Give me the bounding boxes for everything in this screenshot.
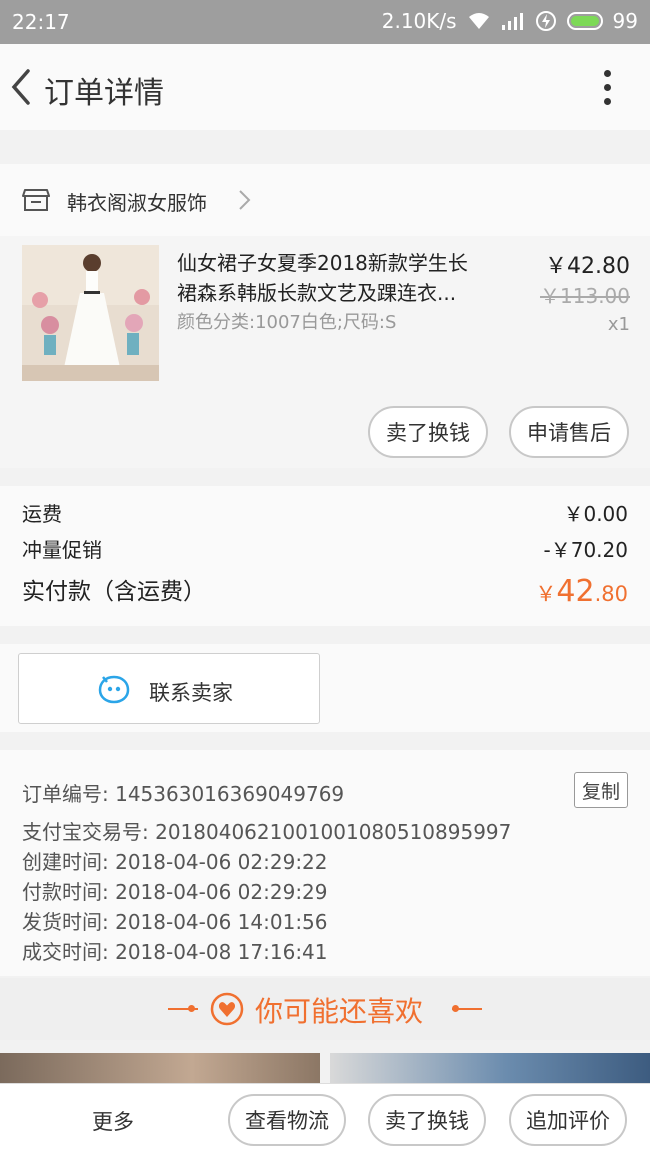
back-arrow-icon[interactable]: [8, 68, 34, 106]
order-number: 订单编号: 145363016369049769: [22, 782, 345, 806]
store-icon: [22, 189, 50, 211]
divider-right: [452, 1008, 482, 1010]
created-time: 创建时间: 2018-04-06 02:29:22: [22, 850, 328, 874]
promo-row: 冲量促销 -￥70.20: [22, 534, 628, 563]
more-options-icon[interactable]: [604, 70, 612, 106]
network-speed: 2.10K/s: [381, 9, 457, 33]
product-original-price: ￥113.00: [540, 284, 630, 308]
copy-button[interactable]: 复制: [574, 772, 628, 808]
recommend-label: 你可能还喜欢: [255, 995, 424, 1028]
completed-time: 成交时间: 2018-04-08 17:16:41: [22, 940, 328, 964]
view-logistics-button[interactable]: 查看物流: [228, 1094, 346, 1146]
paid-decimal: .80: [594, 582, 628, 606]
product-quantity: x1: [607, 314, 630, 335]
chat-bubble-icon: [98, 675, 130, 704]
status-bar: 22:17 2.10K/s 99: [0, 0, 650, 44]
more-button[interactable]: 更多: [92, 1106, 134, 1136]
wifi-icon: [468, 13, 489, 29]
shop-name: 韩衣阁淑女服饰: [67, 191, 207, 215]
product-price: ￥42.80: [545, 254, 630, 279]
battery-level: 99: [612, 9, 638, 33]
product-thumbnail[interactable]: [22, 245, 159, 381]
contact-seller-button[interactable]: 联系卖家: [18, 653, 320, 724]
paid-currency: ￥: [535, 582, 557, 606]
chevron-right-icon: [239, 190, 251, 210]
product-spec: 颜色分类:1007白色;尺码:S: [177, 312, 397, 333]
product-card[interactable]: 仙女裙子女夏季2018新款学生长 裙森系韩版长款文艺及踝连衣... 颜色分类:1…: [0, 236, 650, 468]
promo-label: 冲量促销: [22, 538, 102, 562]
add-review-button[interactable]: 追加评价: [509, 1094, 627, 1146]
shipping-row: 运费 ￥0.00: [22, 498, 628, 527]
order-totals: 运费 ￥0.00 冲量促销 -￥70.20 实付款（含运费） ￥42.80: [0, 486, 650, 626]
promo-value: -￥70.20: [543, 538, 628, 562]
charging-icon: [535, 11, 556, 31]
shipping-label: 运费: [22, 502, 62, 526]
after-sale-button[interactable]: 申请售后: [509, 406, 629, 458]
recommend-header: 你可能还喜欢: [0, 978, 650, 1040]
order-info: 订单编号: 145363016369049769 复制 支付宝交易号: 2018…: [0, 750, 650, 976]
status-right: 2.10K/s 99: [382, 9, 638, 33]
sell-for-cash-button[interactable]: 卖了换钱: [368, 406, 488, 458]
paid-time: 付款时间: 2018-04-06 02:29:29: [22, 880, 328, 904]
bottom-action-bar: 更多 查看物流 卖了换钱 追加评价: [0, 1083, 650, 1155]
product-name-line2: 裙森系韩版长款文艺及踝连衣...: [177, 281, 457, 305]
divider-dot-left: [188, 1005, 195, 1012]
status-time: 22:17: [12, 10, 70, 34]
shipped-time: 发货时间: 2018-04-06 14:01:56: [22, 910, 328, 934]
paid-label: 实付款（含运费）: [22, 579, 206, 605]
title-bar: 订单详情: [0, 44, 650, 130]
paid-row: 实付款（含运费） ￥42.80: [22, 572, 628, 609]
battery-icon: [566, 12, 603, 30]
signal-icon: [501, 13, 523, 30]
product-name[interactable]: 仙女裙子女夏季2018新款学生长 裙森系韩版长款文艺及踝连衣...: [177, 248, 497, 308]
shipping-value: ￥0.00: [563, 502, 628, 526]
heart-icon: [210, 992, 244, 1026]
product-name-line1: 仙女裙子女夏季2018新款学生长: [177, 251, 468, 275]
contact-section: 联系卖家: [0, 644, 650, 732]
page-title: 订单详情: [44, 76, 164, 111]
shop-header[interactable]: 韩衣阁淑女服饰: [0, 164, 650, 236]
sell-for-cash-bottom-button[interactable]: 卖了换钱: [368, 1094, 486, 1146]
contact-seller-label: 联系卖家: [149, 681, 233, 705]
paid-integer: 42: [556, 574, 595, 609]
alipay-number: 支付宝交易号: 2018040621001001080510895997: [22, 820, 512, 844]
paid-value: ￥42.80: [535, 574, 628, 609]
